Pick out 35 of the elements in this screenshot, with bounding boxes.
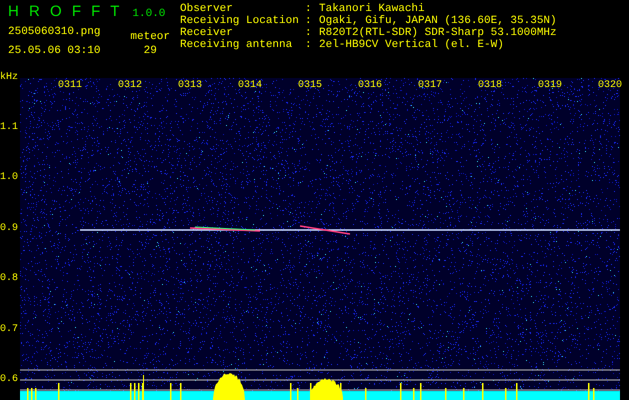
time-tick-label: 0312 <box>118 80 142 92</box>
app-version: 1.0.0 <box>132 7 166 22</box>
y-tick-label: 0.7 <box>0 324 18 336</box>
time-tick-label: 0319 <box>538 80 562 92</box>
info-value: Takanori Kawachi <box>319 3 425 15</box>
info-separator: : <box>305 3 313 15</box>
time-tick-label: 0314 <box>238 80 262 92</box>
time-tick-label: 0315 <box>298 80 322 92</box>
meteor-label: meteor <box>130 30 170 44</box>
meteor-count: 29 <box>144 44 157 58</box>
time-tick-label: 0320 <box>598 80 622 92</box>
timestamp: 25.05.06 03:10 <box>8 44 100 58</box>
y-tick-label: 1.0 <box>0 172 18 184</box>
y-tick-label: 1.1 <box>0 122 18 134</box>
info-value: R820T2(RTL-SDR) SDR-Sharp 53.1000MHz <box>319 27 557 39</box>
y-tick-label: 0.9 <box>0 222 18 235</box>
info-label: Receiving Location <box>180 15 300 27</box>
time-tick-label: 0311 <box>58 80 82 92</box>
info-label: Receiving antenna <box>180 39 294 51</box>
axis-unit: kHz <box>0 72 18 84</box>
info-label: Receiver <box>180 27 234 39</box>
y-tick-label: 0.8 <box>0 273 18 286</box>
app-name: H R O F F T <box>8 3 122 21</box>
info-value: 2el-HB9CV Vertical (el. E-W) <box>319 39 504 51</box>
info-value: Ogaki, Gifu, JAPAN (136.60E, 35.35N) <box>319 15 557 27</box>
time-tick-label: 0313 <box>178 80 202 92</box>
info-separator: : <box>305 39 313 51</box>
time-tick-label: 0317 <box>418 80 442 92</box>
y-tick-label: 0.6 <box>0 374 18 386</box>
info-separator: : <box>305 15 313 27</box>
info-label: Observer <box>180 3 234 15</box>
time-tick-label: 0316 <box>358 80 382 92</box>
info-separator: : <box>305 27 313 39</box>
time-tick-label: 0318 <box>478 80 502 92</box>
file-name: 2505060310.png <box>8 26 100 38</box>
